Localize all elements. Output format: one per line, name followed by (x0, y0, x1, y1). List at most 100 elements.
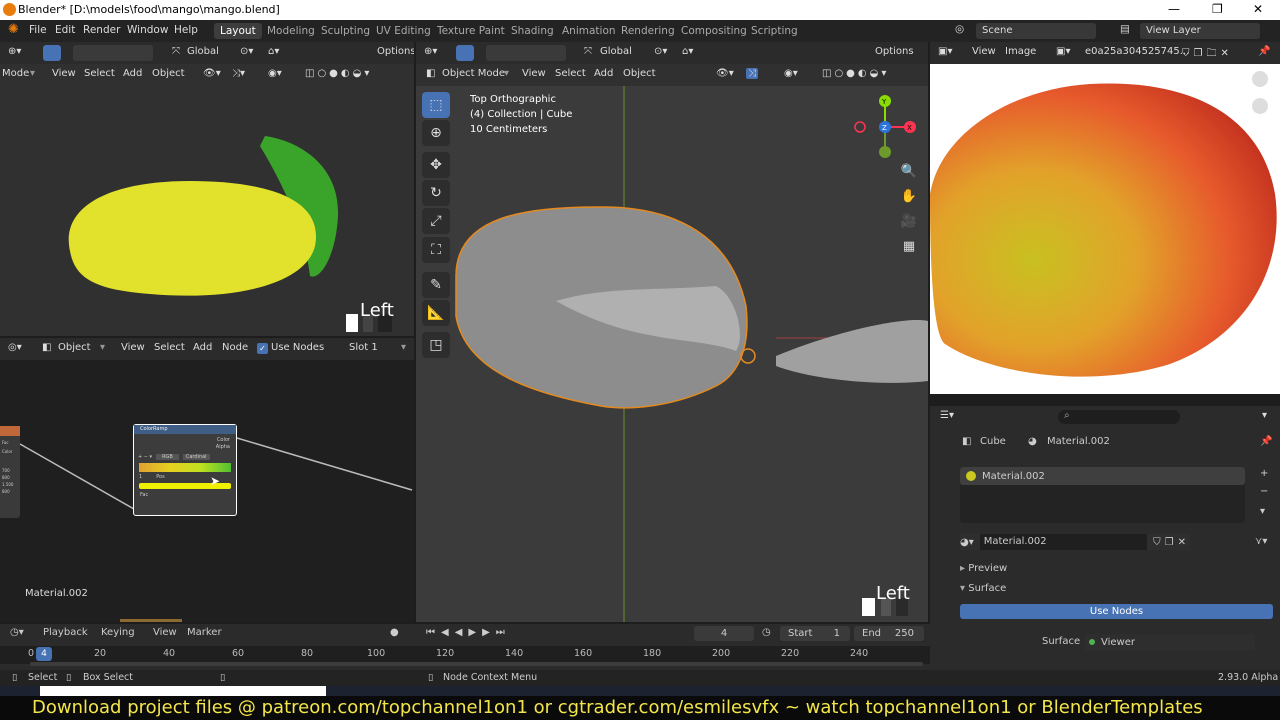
taskbar-search[interactable] (40, 686, 326, 696)
menu-file[interactable]: File (29, 24, 47, 36)
timeline-menu-marker[interactable]: Marker (187, 627, 222, 638)
select-tool-icon[interactable] (43, 45, 61, 61)
material-slot-list[interactable]: Material.002 (960, 467, 1245, 523)
color-ramp-gradient[interactable] (139, 463, 231, 472)
menu-view[interactable]: View (52, 68, 76, 79)
ramp-mode-dropdown[interactable]: RGB (156, 454, 179, 460)
timeline-scrollbar[interactable] (30, 662, 923, 666)
pin-properties-icon[interactable]: 📌 (1260, 436, 1272, 447)
timeline-menu-view[interactable]: View (153, 627, 177, 638)
preview-panel[interactable]: ▸ Preview (960, 560, 1270, 578)
tool-transform[interactable]: ⛶ (422, 237, 450, 263)
material-slot-item[interactable]: Material.002 (960, 467, 1245, 485)
pivot-icon[interactable]: ⊙▾ (240, 46, 253, 57)
tool-add-cube[interactable]: ◳ (422, 332, 450, 358)
gizmo-icon[interactable]: ⤨▾ (232, 68, 245, 79)
options-dropdown[interactable]: Options (377, 46, 414, 57)
menu-help[interactable]: Help (174, 24, 198, 36)
image-browse-icon[interactable]: ▣▾ (1056, 46, 1070, 57)
tool-move[interactable]: ✥ (422, 152, 450, 178)
timeline[interactable]: ◷▾ Playback Keying View Marker ● ⏮◀◀▶▶⏭ … (0, 624, 930, 670)
link-dropdown[interactable]: ⋎▾ (1255, 536, 1267, 547)
material-datablock-buttons[interactable]: ⛉❐✕ (1153, 537, 1190, 548)
image-datablock-buttons[interactable]: ⛉❐🗀✕ (1182, 46, 1233, 63)
tool-rotate[interactable]: ↻ (422, 180, 450, 206)
main-visibility-icon[interactable]: 👁▾ (716, 68, 734, 79)
main-editor-type-icon[interactable]: ⊕▾ (424, 46, 437, 57)
playback-dropdown[interactable]: Playback (43, 627, 88, 638)
timeline-type-icon[interactable]: ◷▾ (10, 627, 24, 638)
surface-panel[interactable]: ▾ Surface (960, 580, 1270, 598)
tool-scale[interactable]: ⤢ (422, 208, 450, 234)
zoom-icon[interactable]: 🔍 (898, 160, 920, 182)
menu-edit[interactable]: Edit (55, 24, 75, 36)
main-menu-view[interactable]: View (522, 68, 546, 79)
start-frame-field[interactable]: Start 1 (780, 626, 850, 641)
scene-selector[interactable]: Scene (976, 23, 1096, 39)
shading-buttons[interactable]: ◫○●◐◒▾ (305, 68, 372, 79)
snap-icon[interactable]: ⌂▾ (268, 46, 279, 57)
menu-render[interactable]: Render (83, 24, 120, 36)
menu-add[interactable]: Add (123, 68, 142, 79)
main-shading-buttons[interactable]: ◫○●◐◒▾ (822, 68, 889, 79)
material-name-field[interactable]: Material.002 (979, 534, 1148, 550)
slot-specials-button[interactable]: ▾ (1260, 506, 1265, 517)
node-editor[interactable]: ◎▾ ◧ Object ▾ View Select Add Node ✓ Use… (0, 338, 414, 622)
image-menu-image[interactable]: Image (1005, 46, 1036, 57)
image-editor-type-icon[interactable]: ▣▾ (938, 46, 952, 57)
tool-cursor[interactable]: ⊕ (422, 120, 450, 146)
main-menu-select[interactable]: Select (555, 68, 586, 79)
main-menu-add[interactable]: Add (594, 68, 613, 79)
material-browser[interactable]: ◕▾ Material.002 ⛉❐✕ (960, 534, 1190, 550)
orientation-dropdown[interactable]: Global (187, 46, 219, 57)
end-frame-field[interactable]: End 250 (854, 626, 924, 641)
playback-controls[interactable]: ⏮◀◀▶▶⏭ (426, 627, 511, 638)
menu-object[interactable]: Object (152, 68, 185, 79)
image-editor[interactable]: ▣▾ View Image ▣▾ e0a25a304525745... ⛉❐🗀✕… (930, 42, 1280, 394)
menu-window[interactable]: Window (127, 24, 168, 36)
main-snap-icon[interactable]: ⌂▾ (682, 46, 693, 57)
properties-search-input[interactable]: ⌕ (1058, 410, 1180, 424)
main-orientation-dropdown[interactable]: Global (600, 46, 632, 57)
main-menu-object[interactable]: Object (623, 68, 656, 79)
tab-modeling[interactable]: Modeling (261, 23, 321, 39)
main-select-mode-buttons[interactable] (486, 45, 566, 61)
zoom-overlay-icon[interactable] (1252, 71, 1268, 87)
object-mode-dropdown[interactable]: Object Mode (442, 68, 505, 79)
navigation-gizmo[interactable]: Y Z X (852, 90, 922, 160)
main-select-tool-icon[interactable] (456, 45, 474, 61)
tab-layout[interactable]: Layout (214, 23, 262, 39)
properties-type-icon[interactable]: ☰▾ (940, 410, 954, 421)
blender-menu-icon[interactable]: ✺ (8, 22, 19, 37)
object-origin[interactable] (740, 348, 756, 364)
ortho-grid-icon[interactable]: ▦ (898, 235, 920, 257)
mode-dropdown[interactable]: Mode (2, 68, 29, 79)
tab-animation[interactable]: Animation (556, 23, 622, 39)
image-menu-view[interactable]: View (972, 46, 996, 57)
tab-shading[interactable]: Shading (505, 23, 560, 39)
tab-texture-paint[interactable]: Texture Paint (431, 23, 511, 39)
main-gizmo-icon[interactable]: ⤨ (746, 68, 758, 79)
tab-compositing[interactable]: Compositing (675, 23, 753, 39)
tab-sculpting[interactable]: Sculpting (315, 23, 376, 39)
pan-hand-icon[interactable]: ✋ (898, 185, 920, 207)
remove-slot-button[interactable]: − (1260, 486, 1268, 497)
tool-annotate[interactable]: ✎ (422, 272, 450, 298)
use-nodes-button[interactable]: Use Nodes (960, 604, 1273, 619)
tab-rendering[interactable]: Rendering (615, 23, 681, 39)
current-frame-field[interactable]: 4 (694, 626, 754, 641)
colorramp-node[interactable]: ColorRamp Color Alpha + − ▾ RGB Cardinal… (133, 424, 237, 516)
keying-dropdown[interactable]: Keying (101, 627, 135, 638)
tab-uv-editing[interactable]: UV Editing (370, 23, 437, 39)
minimize-button[interactable]: — (1168, 2, 1180, 16)
close-button[interactable]: ✕ (1253, 2, 1263, 16)
editor-type-icon[interactable]: ⊕▾ (8, 46, 21, 57)
pin-icon[interactable]: 📌 (1258, 46, 1270, 57)
left-partial-node[interactable]: Fac Color 700 800 1.500 800 (0, 426, 20, 518)
select-mode-buttons[interactable] (73, 45, 153, 61)
main-options-dropdown[interactable]: Options (875, 46, 914, 57)
overlay-icon[interactable]: ◉▾ (268, 68, 282, 79)
main-viewport[interactable]: ⊕▾ ⤧ Global ⊙▾ ⌂▾ Options ◧ Object Mode … (416, 42, 928, 622)
tab-scripting[interactable]: Scripting (745, 23, 804, 39)
ramp-interp-dropdown[interactable]: Cardinal (182, 454, 210, 460)
